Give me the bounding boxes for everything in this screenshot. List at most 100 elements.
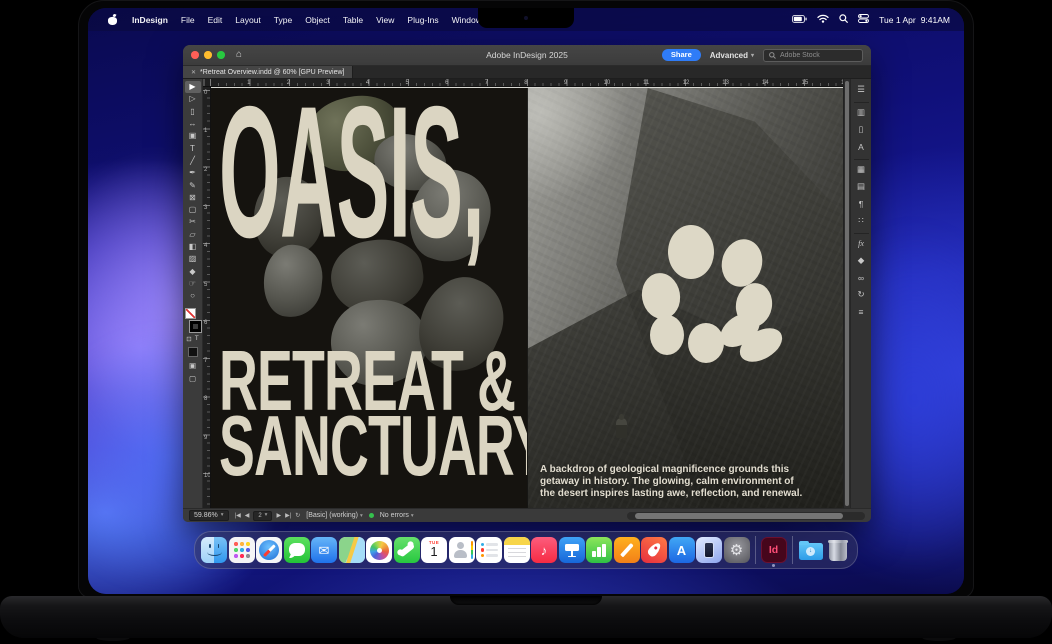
- preflight-errors[interactable]: No errors ▾: [380, 512, 414, 519]
- dock-app-store-icon[interactable]: A: [669, 537, 695, 563]
- line-tool[interactable]: ╱: [185, 155, 201, 167]
- scrollbar-thumb[interactable]: [635, 513, 843, 519]
- first-page-button[interactable]: |◀: [235, 512, 241, 519]
- effects-panel[interactable]: fx: [853, 236, 870, 252]
- formatting-affects-container-button[interactable]: ⊡: [186, 335, 191, 343]
- gradient-feather-tool[interactable]: ▨: [185, 253, 201, 265]
- document-spread[interactable]: OASIS,RETREAT &SANCTUARY: [211, 87, 843, 508]
- headline-line[interactable]: SANCTUARY: [219, 411, 527, 481]
- previous-page-button[interactable]: ◀: [245, 512, 250, 519]
- adobe-stock-search-input[interactable]: Adobe Stock: [763, 49, 863, 62]
- formatting-affects-text-button[interactable]: T: [195, 335, 199, 343]
- share-button[interactable]: Share: [662, 49, 701, 62]
- links-panel[interactable]: ∞: [853, 270, 870, 286]
- swatches-panel[interactable]: ▦: [853, 162, 870, 178]
- dock-photos-icon[interactable]: [366, 537, 392, 563]
- menu-type[interactable]: Type: [274, 15, 292, 25]
- vertical-ruler[interactable]: 012345678910: [203, 87, 211, 508]
- dock-indesign-icon[interactable]: Id: [761, 537, 787, 563]
- dock-contacts-icon[interactable]: [449, 537, 475, 563]
- dock-phone-icon[interactable]: [394, 537, 420, 563]
- menu-table[interactable]: Table: [343, 15, 363, 25]
- home-icon[interactable]: ⌂: [236, 50, 242, 60]
- vertical-scrollbar[interactable]: [843, 79, 850, 508]
- dock-keynote-icon[interactable]: [559, 537, 585, 563]
- dock-calendar-icon[interactable]: Tue1: [421, 537, 447, 563]
- horizontal-ruler[interactable]: 12345678910111213141516: [203, 79, 843, 87]
- document-page-right[interactable]: A backdrop of geological magnificence gr…: [527, 88, 843, 508]
- pencil-tool[interactable]: ✎: [185, 179, 201, 191]
- scrollbar-thumb[interactable]: [845, 81, 849, 506]
- workspace-switcher[interactable]: Advanced ▾: [710, 51, 754, 60]
- dock-mail-icon[interactable]: ✉: [311, 537, 337, 563]
- document-page-left[interactable]: OASIS,RETREAT &SANCTUARY: [211, 88, 527, 508]
- window-title-bar[interactable]: ⌂ Adobe InDesign 2025 Share Advanced ▾ A…: [183, 45, 871, 66]
- wifi-icon[interactable]: [817, 14, 829, 25]
- menu-view[interactable]: View: [376, 15, 394, 25]
- cc-libraries-panel[interactable]: ▥: [853, 105, 870, 121]
- document-canvas[interactable]: OASIS,RETREAT &SANCTUARY: [211, 87, 843, 508]
- document-tab[interactable]: ✕ *Retreat Overview.indd @ 60% [GPU Prev…: [183, 66, 353, 78]
- align-panel[interactable]: ∷: [853, 213, 870, 229]
- dock-rocket-app-icon[interactable]: [641, 537, 667, 563]
- menu-file[interactable]: File: [181, 15, 195, 25]
- story-editor-panel[interactable]: ↻: [853, 287, 870, 303]
- preflight-profile[interactable]: [Basic] (working) ▾: [306, 512, 362, 519]
- rectangle-frame-tool[interactable]: ⊠: [185, 192, 201, 204]
- menu-indesign[interactable]: InDesign: [132, 15, 168, 25]
- dock-safari-icon[interactable]: [256, 537, 282, 563]
- object-styles-panel[interactable]: ◆: [853, 253, 870, 269]
- fill-swatch[interactable]: [185, 308, 196, 319]
- page-number-control[interactable]: 2 ▾: [253, 511, 272, 521]
- selection-tool[interactable]: ▶: [185, 81, 201, 93]
- type-tool[interactable]: T: [185, 142, 201, 154]
- dock-trash-icon[interactable]: [825, 537, 851, 563]
- dock-pages-icon[interactable]: [614, 537, 640, 563]
- menu-layout[interactable]: Layout: [235, 15, 261, 25]
- rectangle-tool[interactable]: ▢: [185, 204, 201, 216]
- next-page-button[interactable]: ▶: [276, 512, 281, 519]
- hand-tool[interactable]: ☞: [185, 278, 201, 290]
- zoom-tool[interactable]: ○: [185, 290, 201, 302]
- apply-color-button[interactable]: [188, 347, 198, 357]
- gradient-swatch-tool[interactable]: ◧: [185, 241, 201, 253]
- direct-selection-tool[interactable]: ▷: [185, 93, 201, 105]
- zoom-level-control[interactable]: 59.86% ▾: [189, 510, 229, 521]
- zoom-window-button[interactable]: [217, 51, 225, 59]
- dock-downloads-folder-icon[interactable]: ↓: [798, 537, 824, 563]
- spotlight-search-icon[interactable]: [839, 14, 848, 25]
- apple-logo-icon[interactable]: [108, 15, 117, 25]
- stroke-swatch[interactable]: [190, 321, 201, 332]
- headline-text[interactable]: OASIS,RETREAT &SANCTUARY: [211, 88, 527, 508]
- layers-panel[interactable]: ▤: [853, 179, 870, 195]
- properties-panel[interactable]: ☰: [853, 82, 870, 98]
- dock-messages-icon[interactable]: [284, 537, 310, 563]
- menu-edit[interactable]: Edit: [208, 15, 223, 25]
- fill-stroke-swatches[interactable]: [185, 308, 201, 332]
- character-styles-panel[interactable]: A: [853, 139, 870, 155]
- close-window-button[interactable]: [191, 51, 199, 59]
- menu-bar-clock[interactable]: Tue 1 Apr 9:41AM: [879, 15, 950, 25]
- view-mode-button[interactable]: ▣: [189, 361, 196, 370]
- scissors-tool[interactable]: ✂: [185, 216, 201, 228]
- dock-launchpad-icon[interactable]: [229, 537, 255, 563]
- battery-icon[interactable]: [792, 15, 807, 25]
- menu-object[interactable]: Object: [305, 15, 330, 25]
- relink-icon[interactable]: ↻: [295, 512, 300, 519]
- paragraph-styles-panel[interactable]: ¶: [853, 196, 870, 212]
- headline-line[interactable]: OASIS,: [219, 96, 484, 250]
- horizontal-scrollbar[interactable]: [627, 512, 865, 520]
- dock-finder-icon[interactable]: [201, 537, 227, 563]
- gap-tool[interactable]: ↔: [185, 118, 201, 130]
- last-page-button[interactable]: ▶|: [285, 512, 291, 519]
- dock-music-icon[interactable]: ♪: [531, 537, 557, 563]
- color-theme-tool[interactable]: ◆: [185, 265, 201, 277]
- screen-mode-button[interactable]: ▢: [189, 374, 196, 383]
- dock-iphone-mirroring-icon[interactable]: [696, 537, 722, 563]
- caption-text[interactable]: A backdrop of geological magnificence gr…: [540, 464, 834, 500]
- pen-tool[interactable]: ✒: [185, 167, 201, 179]
- dock-reminders-icon[interactable]: [476, 537, 502, 563]
- dock-notes-icon[interactable]: [504, 537, 530, 563]
- page-tool[interactable]: ▯: [185, 106, 201, 118]
- control-center-icon[interactable]: [858, 14, 869, 25]
